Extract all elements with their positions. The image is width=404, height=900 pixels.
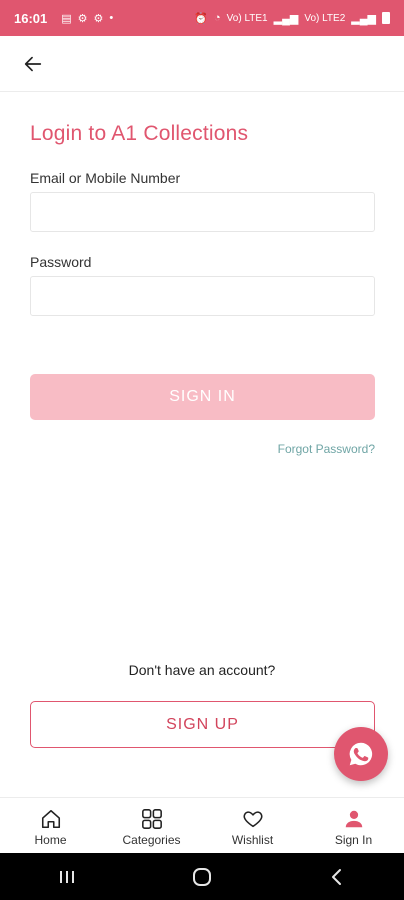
arrow-left-icon bbox=[24, 56, 42, 72]
user-icon bbox=[343, 808, 365, 830]
nav-item-sign-in[interactable]: Sign In bbox=[303, 798, 404, 853]
back-button[interactable] bbox=[22, 50, 54, 78]
categories-icon bbox=[141, 808, 163, 830]
signal-label-1: Vo) LTE1 bbox=[226, 12, 268, 24]
notification-icon: ⚙ bbox=[77, 12, 88, 25]
sign-in-button[interactable]: SIGN IN bbox=[30, 374, 375, 420]
heart-icon bbox=[242, 808, 264, 830]
app-header bbox=[0, 36, 404, 92]
no-account-text: Don't have an account? bbox=[128, 662, 276, 678]
nav-item-categories[interactable]: Categories bbox=[101, 798, 202, 853]
nav-label-categories: Categories bbox=[122, 833, 181, 847]
back-system-button[interactable] bbox=[307, 862, 367, 892]
whatsapp-icon bbox=[349, 742, 373, 766]
status-bar: 16:01 ▤ ⚙ ⚙ • ⏰ ◔ Vo) LTE1 ▂▄▆ Vo) LTE2 … bbox=[0, 0, 404, 36]
status-dot: • bbox=[109, 12, 114, 24]
email-field[interactable] bbox=[30, 192, 375, 232]
signal-label-2: Vo) LTE2 bbox=[304, 12, 346, 24]
recent-apps-icon bbox=[60, 870, 75, 883]
signal-icon: ▂▄▆ bbox=[273, 12, 299, 25]
battery-icon bbox=[382, 12, 390, 24]
whatsapp-button[interactable] bbox=[334, 727, 388, 781]
alarm-icon: ⏰ bbox=[194, 12, 208, 25]
home-system-button[interactable] bbox=[172, 862, 232, 892]
nav-label-home: Home bbox=[34, 833, 67, 847]
recent-apps-button[interactable] bbox=[37, 862, 97, 892]
forgot-password-link[interactable]: Forgot Password? bbox=[278, 442, 375, 456]
password-field[interactable] bbox=[30, 276, 375, 316]
message-icon: ▤ bbox=[61, 12, 72, 25]
wifi-icon: ◔ bbox=[214, 12, 221, 24]
home-icon bbox=[40, 808, 62, 830]
bottom-nav: Home Categories Wishlist Sign In bbox=[0, 797, 404, 853]
email-label: Email or Mobile Number bbox=[30, 170, 181, 186]
nav-label-wishlist: Wishlist bbox=[231, 833, 274, 847]
system-nav-bar bbox=[0, 853, 404, 900]
nav-item-wishlist[interactable]: Wishlist bbox=[202, 798, 303, 853]
password-label: Password bbox=[30, 254, 92, 270]
circle-home-icon bbox=[192, 867, 211, 886]
chevron-left-icon bbox=[331, 868, 341, 885]
nav-item-home[interactable]: Home bbox=[0, 798, 101, 853]
status-time: 16:01 bbox=[14, 10, 48, 26]
settings-icon: ⚙ bbox=[93, 12, 104, 25]
sign-up-button[interactable]: SIGN UP bbox=[30, 701, 375, 748]
signal-icon: ▂▄▆ bbox=[351, 12, 376, 25]
nav-label-sign-in: Sign In bbox=[334, 833, 373, 847]
page-title: Login to A1 Collections bbox=[30, 122, 249, 145]
